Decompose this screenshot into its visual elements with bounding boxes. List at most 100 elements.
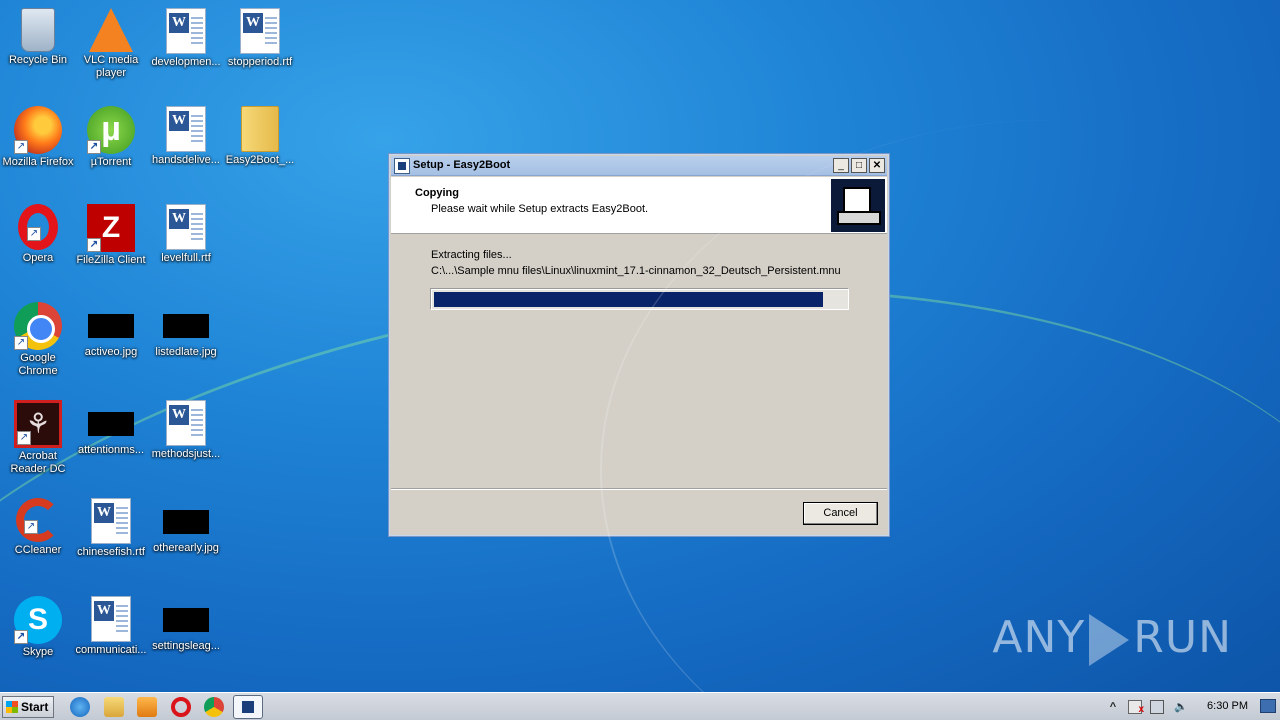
clock[interactable]: 6:30 PM [1207, 700, 1248, 712]
desktop-icon-activeo[interactable]: activeo.jpg [73, 298, 149, 388]
desktop-icon-opera[interactable]: ↗ Opera [0, 200, 76, 290]
image-file-icon [163, 608, 209, 632]
desktop-icon-label: handsdelive... [152, 154, 220, 166]
system-tray: ^ 🔈 6:30 PM [1100, 693, 1280, 720]
image-file-icon [88, 314, 134, 338]
media-player-icon[interactable] [137, 697, 157, 717]
watermark-right-text: RUN [1133, 612, 1232, 663]
internet-explorer-icon[interactable] [70, 697, 90, 717]
shortcut-arrow-icon: ↗ [14, 140, 28, 154]
desktop-icon-label: levelfull.rtf [161, 252, 211, 264]
desktop-icon-filezilla[interactable]: Z ↗ FileZilla Client [73, 200, 149, 290]
start-button[interactable]: Start [2, 696, 54, 718]
desktop-icon-label: otherearly.jpg [153, 542, 219, 554]
desktop-icon-methodsjust[interactable]: W methodsjust... [148, 396, 224, 486]
taskbar: Start ^ 🔈 6:30 PM [0, 692, 1280, 720]
word-document-icon: W [91, 596, 131, 642]
desktop-icon-ccleaner[interactable]: ↗ CCleaner [0, 494, 76, 584]
close-button[interactable]: ✕ [869, 158, 885, 173]
desktop-icon-listedlate[interactable]: listedlate.jpg [148, 298, 224, 388]
setup-dialog: Setup - Easy2Boot _ □ ✕ Copying Please w… [388, 153, 890, 537]
shortcut-arrow-icon: ↗ [14, 630, 28, 644]
word-document-icon: W [166, 8, 206, 54]
desktop-icon-label: Recycle Bin [8, 54, 68, 66]
show-desktop-button[interactable] [1260, 699, 1276, 713]
desktop-icon-label: CCleaner [14, 544, 62, 556]
image-file-icon [88, 412, 134, 436]
desktop-icon-skype[interactable]: S ↗ Skype [0, 592, 76, 682]
word-document-icon: W [91, 498, 131, 544]
progress-bar [431, 289, 849, 310]
desktop-icon-utorrent[interactable]: µ ↗ µTorrent [73, 102, 149, 192]
anyrun-watermark: ANY RUN [992, 612, 1232, 666]
desktop-icon-label: settingsleag... [152, 640, 220, 652]
opera-taskbar-icon[interactable] [171, 697, 191, 717]
desktop-icon-label: chinesefish.rtf [77, 546, 145, 558]
volume-icon[interactable]: 🔈 [1174, 700, 1188, 714]
opera-icon: ↗ [18, 204, 58, 250]
play-icon [1089, 614, 1130, 666]
ccleaner-icon: ↗ [16, 498, 60, 542]
shortcut-arrow-icon: ↗ [14, 336, 28, 350]
windows-logo-icon [6, 701, 18, 713]
action-center-flag-icon[interactable] [1128, 700, 1144, 717]
desktop-icon-recycle-bin[interactable]: Recycle Bin [0, 4, 76, 94]
desktop-icon-label: attentionms... [77, 444, 145, 456]
desktop-icon-label: Skype [22, 646, 54, 658]
dialog-title: Setup - Easy2Boot [413, 159, 511, 171]
word-document-icon: W [166, 204, 206, 250]
dialog-body: Extracting files... C:\...\Sample mnu fi… [391, 235, 887, 489]
header-subtitle: Please wait while Setup extracts Easy2Bo… [431, 203, 649, 215]
folder-icon [241, 106, 279, 152]
vlc-icon [89, 8, 133, 52]
desktop-icon-otherearly[interactable]: otherearly.jpg [148, 494, 224, 584]
firefox-icon: ↗ [14, 106, 62, 154]
desktop-icon-label: methodsjust... [151, 448, 221, 460]
desktop-icon-firefox[interactable]: ↗ Mozilla Firefox [0, 102, 76, 192]
desktop-icon-label: developmen... [151, 56, 221, 68]
desktop-icon-handsdelive[interactable]: W handsdelive... [148, 102, 224, 192]
chrome-icon: ↗ [14, 302, 62, 350]
desktop-icon-label: VLC media player [83, 54, 139, 79]
dialog-header: Copying Please wait while Setup extracts… [391, 177, 887, 234]
minimize-button[interactable]: _ [833, 158, 849, 173]
word-document-icon: W [166, 106, 206, 152]
desktop-icon-acrobat[interactable]: ⚘ ↗ Acrobat Reader DC [0, 396, 76, 486]
shortcut-arrow-icon: ↗ [87, 140, 101, 154]
desktop-icon-vlc[interactable]: VLC media player [73, 4, 149, 94]
desktop-icon-settingsleag[interactable]: settingsleag... [148, 592, 224, 682]
desktop-icon-communicati[interactable]: W communicati... [73, 592, 149, 682]
shortcut-arrow-icon: ↗ [87, 238, 101, 252]
desktop: Recycle Bin ↗ Mozilla Firefox ↗ Opera ↗ … [0, 0, 1280, 692]
desktop-icon-chrome[interactable]: ↗ Google Chrome [0, 298, 76, 388]
desktop-icon-label: µTorrent [90, 156, 132, 168]
filezilla-icon: Z ↗ [87, 204, 135, 252]
progress-bar-fill [434, 292, 823, 307]
network-icon[interactable] [1150, 700, 1164, 714]
utorrent-icon: µ ↗ [87, 106, 135, 154]
setup-taskbar-button[interactable] [233, 695, 263, 719]
desktop-icon-label: stopperiod.rtf [227, 56, 293, 68]
dialog-titlebar[interactable]: Setup - Easy2Boot _ □ ✕ [391, 156, 887, 176]
desktop-icon-attentionms[interactable]: attentionms... [73, 396, 149, 486]
acrobat-icon: ⚘ ↗ [14, 400, 62, 448]
shortcut-arrow-icon: ↗ [24, 520, 38, 534]
skype-icon: S ↗ [14, 596, 62, 644]
desktop-icon-stopperiod[interactable]: W stopperiod.rtf [222, 4, 298, 94]
desktop-icon-levelfull[interactable]: W levelfull.rtf [148, 200, 224, 290]
current-file-path: C:\...\Sample mnu files\Linux\linuxmint_… [431, 265, 841, 277]
windows-explorer-icon[interactable] [104, 697, 124, 717]
desktop-icon-label: Google Chrome [18, 352, 58, 377]
desktop-icon-chinesefish[interactable]: W chinesefish.rtf [73, 494, 149, 584]
maximize-button[interactable]: □ [851, 158, 867, 173]
show-hidden-icons-button[interactable]: ^ [1106, 700, 1120, 714]
installer-logo-icon [831, 179, 885, 232]
desktop-icon-easy2boot-folder[interactable]: Easy2Boot_... [222, 102, 298, 192]
desktop-icon-developmen[interactable]: W developmen... [148, 4, 224, 94]
desktop-icon-label: FileZilla Client [76, 254, 146, 266]
cancel-button[interactable]: Cancel [803, 502, 878, 525]
desktop-icon-label: Easy2Boot_... [225, 154, 295, 166]
chrome-taskbar-icon[interactable] [204, 697, 224, 717]
desktop-icon-label: listedlate.jpg [155, 346, 217, 358]
desktop-icon-label: activeo.jpg [84, 346, 138, 358]
